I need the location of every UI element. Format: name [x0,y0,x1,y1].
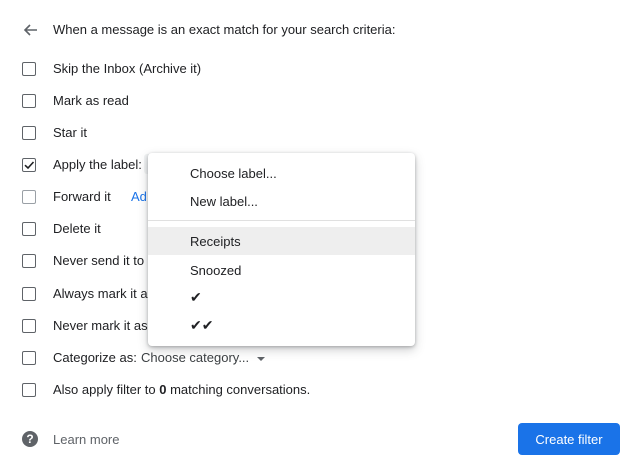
apply-label-label[interactable]: Apply the label: [53,157,142,172]
menu-item-choose-label[interactable]: Choose label... [148,159,415,187]
criteria-header: When a message is an exact match for you… [53,22,396,37]
learn-more-link[interactable]: Learn more [53,432,119,447]
back-arrow-icon[interactable] [20,20,40,40]
menu-divider [148,220,415,221]
categorize-label[interactable]: Categorize as: [53,350,137,365]
always-important-label[interactable]: Always mark it as [53,286,154,301]
also-apply-label[interactable]: Also apply filter to 0 matching conversa… [53,382,310,397]
option-star: Star it [0,121,640,145]
delete-label[interactable]: Delete it [53,221,101,236]
forward-label[interactable]: Forward it [53,189,111,204]
menu-item-check[interactable]: ✔ [148,284,415,312]
mark-read-checkbox[interactable] [22,94,36,108]
category-select[interactable]: Choose category... [141,350,266,365]
menu-item-label: Receipts [190,234,241,249]
menu-item-label: ✔✔ [190,317,214,333]
menu-item-label: ✔ [190,289,202,305]
option-mark-read: Mark as read [0,89,640,113]
option-also-apply: Also apply filter to 0 matching conversa… [0,378,640,402]
never-important-label[interactable]: Never mark it as [53,318,148,333]
never-important-checkbox[interactable] [22,319,36,333]
menu-item-double-check[interactable]: ✔✔ [148,312,415,340]
menu-item-snoozed[interactable]: Snoozed [148,256,415,284]
skip-inbox-checkbox[interactable] [22,62,36,76]
menu-item-label: Snoozed [190,263,242,278]
triangle-down-icon [257,356,266,361]
menu-item-receipts[interactable]: Receipts [148,227,415,255]
skip-inbox-label[interactable]: Skip the Inbox (Archive it) [53,61,201,76]
never-spam-label[interactable]: Never send it to S [53,253,156,268]
always-important-checkbox[interactable] [22,287,36,301]
forward-checkbox[interactable] [22,190,36,204]
menu-item-label: New label... [190,194,258,209]
option-categorize: Categorize as: Choose category... [0,346,640,370]
star-checkbox[interactable] [22,126,36,140]
star-label[interactable]: Star it [53,125,87,140]
checkmark-icon [24,161,35,170]
category-select-value: Choose category... [141,350,250,365]
also-apply-prefix: Also apply filter to [53,382,160,397]
create-filter-button[interactable]: Create filter [518,423,620,455]
menu-item-new-label[interactable]: New label... [148,187,415,215]
add-forwarding-link[interactable]: Ad [131,189,147,204]
delete-checkbox[interactable] [22,222,36,236]
option-skip-inbox: Skip the Inbox (Archive it) [0,57,640,81]
also-apply-checkbox[interactable] [22,383,36,397]
apply-label-checkbox[interactable] [22,158,36,172]
help-circle-icon[interactable]: ? [22,431,38,447]
mark-read-label[interactable]: Mark as read [53,93,129,108]
categorize-checkbox[interactable] [22,351,36,365]
also-apply-suffix: matching conversations. [166,382,311,397]
label-dropdown-menu: Choose label... New label... Receipts Sn… [148,153,415,346]
never-spam-checkbox[interactable] [22,254,36,268]
menu-item-label: Choose label... [190,166,277,181]
